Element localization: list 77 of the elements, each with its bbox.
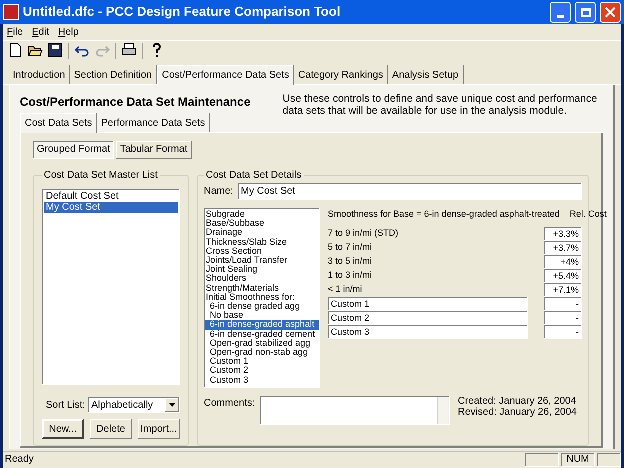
category-item[interactable]: No base <box>205 311 319 320</box>
row-label: 3 to 5 in/mi <box>328 254 372 268</box>
created-date: Created: January 26, 2004 <box>458 396 577 407</box>
tab[interactable]: Cost/Performance Data Sets <box>157 65 294 85</box>
menu-item[interactable]: Edit <box>32 24 50 40</box>
cost-field[interactable]: +3.7% <box>544 240 582 254</box>
category-item[interactable]: 6-in dense-graded asphalt <box>205 320 319 330</box>
format-tab[interactable]: Tabular Format <box>116 141 192 159</box>
cost-field[interactable]: +4% <box>544 254 582 268</box>
tab[interactable]: Analysis Setup <box>388 65 464 84</box>
category-item[interactable]: Joints/Load Transfer <box>205 256 319 266</box>
category-item[interactable]: Base/Subbase <box>205 219 319 228</box>
name-label: Name: <box>204 185 232 199</box>
cost-field[interactable]: - <box>544 310 582 324</box>
category-item[interactable]: 6-in dense graded agg <box>205 302 319 312</box>
category-item[interactable]: Cross Section <box>205 246 319 256</box>
cost-field[interactable]: +3.3% <box>544 226 582 240</box>
list-item[interactable]: My Cost Set <box>44 202 178 213</box>
row-label: 1 to 3 in/mi <box>328 268 372 282</box>
category-item[interactable]: Custom 3 <box>205 376 319 385</box>
cost-field[interactable]: - <box>544 296 582 310</box>
panel-heading: Cost/Performance Data Set Maintenance <box>20 94 251 111</box>
tab[interactable]: Cost Data Sets <box>20 113 98 133</box>
row-label: < 1 in/mi <box>328 282 362 296</box>
category-item[interactable]: Custom 2 <box>205 366 319 376</box>
custom-label-field[interactable]: Custom 1 <box>328 296 528 310</box>
custom-label-field[interactable]: Custom 3 <box>328 324 528 338</box>
group-title: Cost Data Set Master List <box>43 169 159 183</box>
action-button[interactable]: Import... <box>138 419 180 439</box>
revised-date: Revised: January 26, 2004 <box>458 407 577 418</box>
close-icon <box>605 6 616 18</box>
category-item[interactable]: Open-grad non-stab agg <box>205 348 319 358</box>
category-item[interactable]: 6-in dense-graded cement <box>205 330 319 339</box>
format-tab[interactable]: Grouped Format <box>33 141 114 159</box>
sort-label: Sort List: <box>46 398 86 412</box>
cost-field[interactable]: +7.1% <box>544 282 582 296</box>
category-item[interactable]: Shoulders <box>205 274 319 284</box>
app-logo-icon <box>3 4 19 20</box>
group-title: Cost Data Set Details <box>205 169 303 183</box>
tab[interactable]: Performance Data Sets <box>97 113 210 132</box>
tab[interactable]: Introduction <box>9 65 70 84</box>
column-heading: Rel. Cost <box>570 208 607 221</box>
action-button[interactable]: New... <box>42 419 84 439</box>
category-item[interactable]: Initial Smoothness for: <box>205 292 319 302</box>
panel-description: Use these controls to define and save unique cost and performance data sets that will be available for use in the analysis module. <box>282 93 598 117</box>
row-label: 5 to 7 in/mi <box>328 240 372 254</box>
cost-field[interactable]: +5.4% <box>544 268 582 282</box>
sort-dropdown[interactable]: Alphabetically <box>88 397 180 413</box>
comments-label: Comments: <box>204 397 256 411</box>
window-title: Untitled.dfc - PCC Design Feature Comparison Tool <box>23 3 342 22</box>
category-item[interactable]: Drainage <box>205 228 319 238</box>
category-item[interactable]: Custom 1 <box>205 357 319 366</box>
category-item[interactable]: Joint Sealing <box>205 265 319 274</box>
status-text: Ready <box>4 453 35 467</box>
custom-label-field[interactable]: Custom 2 <box>328 310 528 324</box>
cost-field[interactable]: - <box>544 324 582 338</box>
maximize-button[interactable] <box>575 2 596 22</box>
list-item[interactable]: Default Cost Set <box>44 191 178 202</box>
menu-item[interactable]: File <box>7 24 24 40</box>
name-field[interactable]: My Cost Set <box>238 183 582 200</box>
row-label: 7 to 9 in/mi (STD) <box>328 226 399 240</box>
num-lock-indicator: NUM <box>561 452 595 466</box>
category-item[interactable]: Open-grad stabilized agg <box>205 338 319 348</box>
status-pane <box>525 452 559 466</box>
scrollbar-drawing <box>437 397 449 424</box>
category-item[interactable]: Strength/Materials <box>205 284 319 293</box>
action-button[interactable]: Delete <box>90 419 132 439</box>
menu-item[interactable]: Help <box>58 24 79 40</box>
tab[interactable]: Category Rankings <box>294 65 388 84</box>
caret-icon <box>168 403 176 407</box>
minimize-button[interactable] <box>550 2 571 22</box>
comments-field[interactable] <box>260 396 450 425</box>
table-title: Smoothness for Base = 6-in dense-graded asphalt-treated <box>328 208 560 221</box>
category-item[interactable]: Subgrade <box>205 210 319 220</box>
close-button[interactable] <box>600 2 621 22</box>
category-item[interactable]: Thickness/Slab Size <box>205 238 319 247</box>
status-pane <box>597 452 621 466</box>
